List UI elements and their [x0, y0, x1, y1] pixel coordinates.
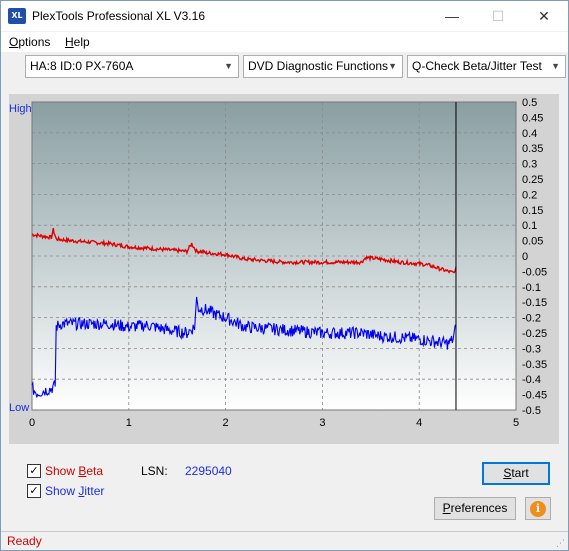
- lsn-value: 2295040: [185, 464, 232, 478]
- preferences-button[interactable]: Preferences: [434, 497, 516, 520]
- show-jitter-checkbox[interactable]: ✓: [27, 484, 41, 498]
- beta-jitter-chart: 012345 0.50.450.40.350.30.250.20.150.10.…: [9, 97, 547, 429]
- x-tick-label: 0: [29, 417, 35, 429]
- y-tick-label: 0.1: [522, 220, 537, 232]
- test-select-value: Q-Check Beta/Jitter Test: [412, 59, 542, 73]
- y-tick-label: 0.5: [522, 97, 537, 109]
- x-tick-label: 3: [319, 417, 325, 429]
- show-jitter-label[interactable]: Show Jitter: [45, 484, 104, 498]
- show-beta-rest: eta: [86, 464, 104, 478]
- app-window: XL PlexTools Professional XL V3.16 — ☐ ✕…: [0, 0, 569, 551]
- chevron-down-icon: ▼: [224, 61, 233, 71]
- test-select[interactable]: Q-Check Beta/Jitter Test ▼: [407, 55, 566, 78]
- y-tick-label: -0.5: [522, 405, 541, 417]
- info-button[interactable]: i: [525, 497, 551, 520]
- y-tick-label: -0.25: [522, 328, 547, 340]
- status-text: Ready: [7, 534, 42, 548]
- show-beta-label[interactable]: Show Beta: [45, 464, 103, 478]
- resize-grip-icon[interactable]: ⋰: [556, 538, 566, 548]
- window-title: PlexTools Professional XL V3.16: [32, 9, 205, 23]
- y-tick-label: -0.3: [522, 343, 541, 355]
- x-tick-label: 2: [223, 417, 229, 429]
- drive-select-value: HA:8 ID:0 PX-760A: [30, 59, 134, 73]
- y-tick-label: -0.2: [522, 313, 541, 325]
- y-tick-label: 0.2: [522, 189, 537, 201]
- chevron-down-icon: ▼: [388, 61, 397, 71]
- maximize-button[interactable]: ☐: [475, 1, 521, 31]
- menu-help-label: elp: [73, 35, 90, 49]
- function-select-value: DVD Diagnostic Functions: [248, 59, 389, 73]
- show-jitter-prefix: Show: [45, 484, 79, 498]
- y-tick-label: 0.4: [522, 128, 537, 140]
- y-tick-label: 0.25: [522, 174, 543, 186]
- x-tick-label: 4: [416, 417, 422, 429]
- x-tick-label: 5: [513, 417, 519, 429]
- y-tick-label: -0.1: [522, 282, 541, 294]
- y-tick-label: 0.35: [522, 143, 543, 155]
- lsn-label: LSN:: [141, 464, 168, 478]
- left-axis-high-label: High: [9, 103, 32, 115]
- function-select[interactable]: DVD Diagnostic Functions ▼: [243, 55, 403, 78]
- start-label: tart: [511, 466, 529, 480]
- menu-bar: Options Help: [1, 32, 568, 52]
- minimize-button[interactable]: —: [429, 1, 475, 31]
- chart-panel: 012345 0.5 0.45 0.4 0.35 0.3 0.25 0.2 0.15 0.1 0.…: [9, 94, 559, 444]
- y-tick-label: -0.05: [522, 266, 547, 278]
- preferences-label: references: [450, 501, 508, 515]
- status-bar: Ready ⋰: [1, 531, 568, 550]
- y-tick-label: -0.4: [522, 374, 541, 386]
- y-tick-label: 0.45: [522, 112, 543, 124]
- title-bar[interactable]: XL PlexTools Professional XL V3.16 — ☐ ✕: [1, 1, 568, 31]
- show-beta-prefix: Show: [45, 464, 79, 478]
- y-tick-label: -0.45: [522, 390, 547, 402]
- menu-options-label: ptions: [18, 35, 51, 49]
- menu-options-hotkey: O: [9, 35, 19, 49]
- y-tick-label: -0.35: [522, 359, 547, 371]
- left-axis-low-label: Low: [9, 402, 29, 414]
- menu-help-hotkey: H: [65, 35, 74, 49]
- info-icon: i: [530, 501, 546, 517]
- show-beta-checkbox[interactable]: ✓: [27, 464, 41, 478]
- menu-options[interactable]: Options: [9, 35, 50, 49]
- y-axis-right: 0.5 0.45 0.4 0.35 0.3 0.25 0.2 0.15 0.1 0.05 0 -0.0…: [522, 97, 547, 417]
- y-tick-label: 0.3: [522, 159, 537, 171]
- preferences-hotkey: P: [442, 501, 451, 515]
- drive-select[interactable]: HA:8 ID:0 PX-760A ▼: [25, 55, 239, 78]
- y-tick-label: 0: [522, 251, 528, 263]
- close-button[interactable]: ✕: [521, 1, 567, 31]
- y-tick-label: 0.05: [522, 236, 543, 248]
- y-tick-label: -0.15: [522, 297, 547, 309]
- x-axis: 0 1 2 3 4 5: [29, 417, 519, 429]
- x-tick-label: 1: [126, 417, 132, 429]
- start-button[interactable]: Start: [482, 462, 550, 485]
- app-logo-icon: XL: [8, 8, 26, 24]
- menu-help[interactable]: Help: [65, 35, 90, 49]
- chevron-down-icon: ▼: [551, 61, 560, 71]
- show-jitter-rest: itter: [84, 484, 105, 498]
- y-tick-label: 0.15: [522, 205, 543, 217]
